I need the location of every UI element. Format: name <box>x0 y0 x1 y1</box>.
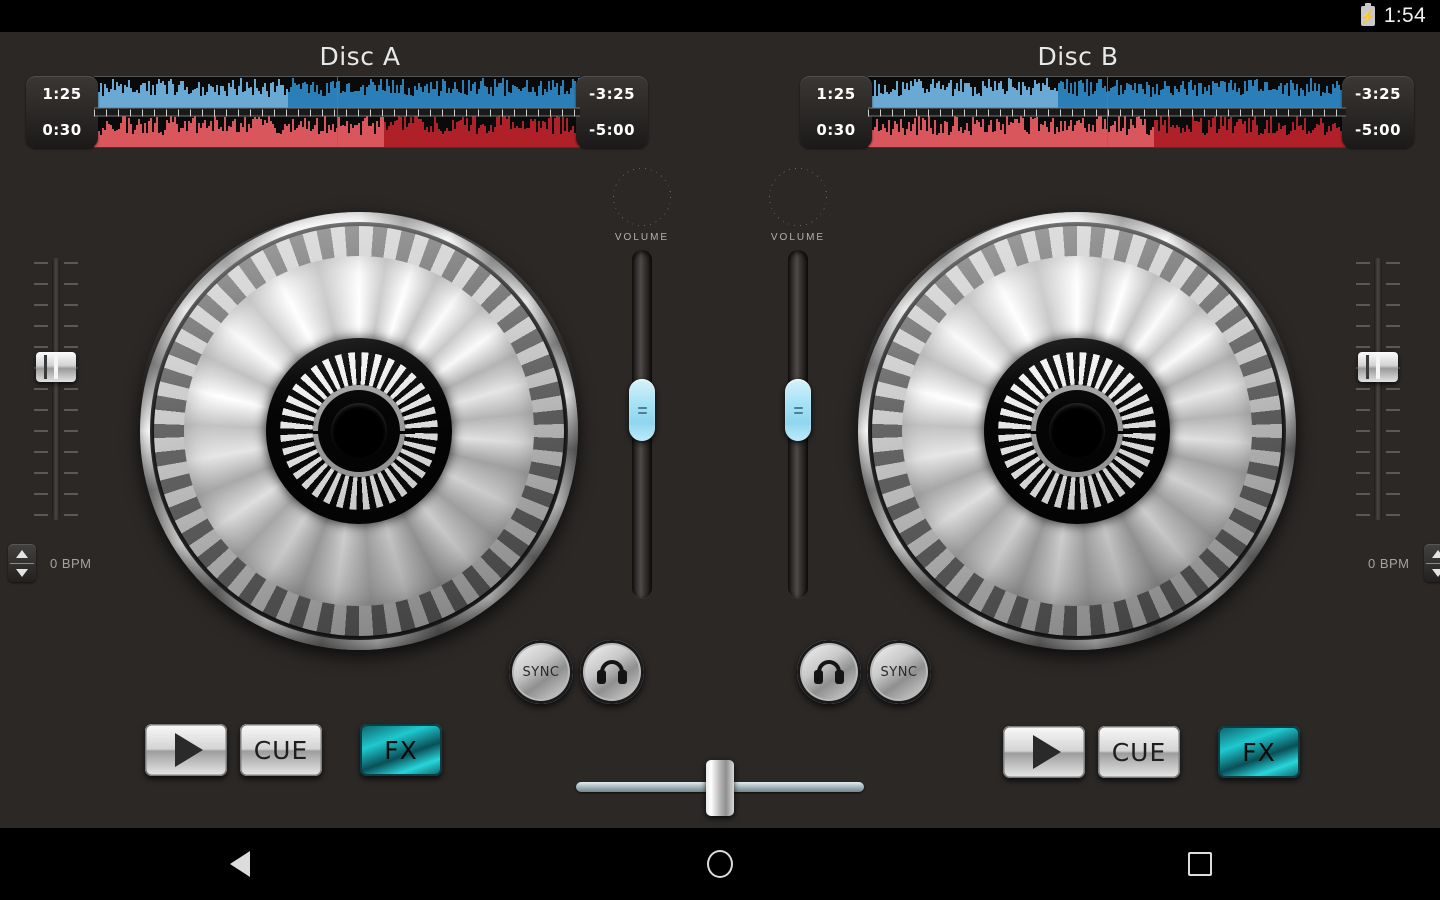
deck-b-sync-label: SYNC <box>880 664 918 680</box>
nav-recents-button[interactable] <box>960 828 1440 900</box>
deck-b-jog-core <box>1049 403 1105 459</box>
deck-b-fx-button[interactable]: FX <box>1218 726 1300 778</box>
deck-a-jog-hub[interactable] <box>266 338 452 524</box>
play-triangle-icon <box>1033 735 1061 769</box>
deck-a-pitch-fader[interactable] <box>26 258 86 520</box>
deck-a-pitch-ticks-left <box>34 258 48 520</box>
deck-a-pitch-ticks-right <box>64 258 78 520</box>
deck-b-waveform[interactable] <box>868 76 1346 148</box>
deck-b-channel-fader-handle[interactable] <box>785 378 811 441</box>
deck-b-cue-time: 0:30 <box>816 121 856 139</box>
home-circle-icon <box>707 850 733 878</box>
crossfader-handle[interactable] <box>706 760 734 816</box>
deck-b-volume-knob[interactable] <box>777 176 819 218</box>
nav-back-button[interactable] <box>0 828 480 900</box>
deck-b-time-left: 1:25 0:30 <box>800 76 872 148</box>
deck-b-pitch-ticks-left <box>1356 258 1370 520</box>
recents-square-icon <box>1188 852 1212 876</box>
deck-a-jog-core <box>331 403 387 459</box>
deck-b-bpm-control: 0 BPM <box>1368 544 1440 582</box>
deck-a-playhead <box>337 77 338 147</box>
deck-a-bpm-stepper[interactable] <box>8 544 36 582</box>
deck-a-cue-time: 0:30 <box>42 121 82 139</box>
deck-b-elapsed: 1:25 <box>816 85 856 103</box>
deck-a-knob-ticks <box>613 168 671 226</box>
deck-a-channel-fader[interactable] <box>629 250 655 598</box>
deck-a-waveform-strip[interactable]: 1:25 0:30 -3:25 -5:00 <box>26 76 648 148</box>
chevron-down-icon[interactable] <box>16 568 28 577</box>
deck-a-cue-label: CUE <box>253 735 309 765</box>
deck-a-cue-button[interactable]: CUE <box>240 724 322 776</box>
deck-a-waveform[interactable] <box>94 76 580 148</box>
deck-a-pitch-track <box>52 258 60 520</box>
back-triangle-icon <box>230 851 250 877</box>
deck-a-sync-label: SYNC <box>522 664 560 680</box>
deck-b-jog-hub[interactable] <box>984 338 1170 524</box>
play-triangle-icon <box>175 733 203 767</box>
deck-b-title: Disc B <box>1037 42 1119 71</box>
deck-a-time-left: 1:25 0:30 <box>26 76 98 148</box>
deck-b-bpm-stepper[interactable] <box>1423 544 1440 582</box>
deck-b-pitch-fader[interactable] <box>1348 258 1408 520</box>
deck-a-remaining: -3:25 <box>588 85 636 103</box>
chevron-up-icon[interactable] <box>16 549 28 558</box>
deck-b-playhead <box>1107 77 1108 147</box>
deck-b-jog-wheel[interactable] <box>858 212 1296 650</box>
deck-b-pitch-track <box>1374 258 1382 520</box>
deck-a-elapsed: 1:25 <box>42 85 82 103</box>
deck-a-channel-fader-handle[interactable] <box>629 378 655 441</box>
deck-a-bpm-label: 0 BPM <box>50 555 92 571</box>
deck-a-play-button[interactable] <box>145 724 227 776</box>
deck-a-monitor-button[interactable] <box>580 640 644 704</box>
deck-b-cue-label: CUE <box>1111 737 1167 767</box>
deck-b-pitch-ticks-right <box>1386 258 1400 520</box>
deck-b-sync-button[interactable]: SYNC <box>867 640 931 704</box>
deck-a-time-right: -3:25 -5:00 <box>576 76 648 148</box>
deck-b-cue-button[interactable]: CUE <box>1098 726 1180 778</box>
deck-a-volume-knob-label: VOLUME <box>614 232 670 243</box>
nav-home-button[interactable] <box>480 828 960 900</box>
crossfader[interactable] <box>576 760 864 816</box>
dj-app-screen: ⚡ 1:54 Disc A Disc B 1:25 0:30 -3:25 -5:… <box>0 0 1440 900</box>
chevron-down-icon[interactable] <box>1431 568 1440 577</box>
deck-a-title: Disc A <box>319 42 401 71</box>
deck-b-pitch-handle[interactable] <box>1358 352 1398 382</box>
deck-b-bpm-label: 0 BPM <box>1368 555 1410 571</box>
bolt-glyph: ⚡ <box>1359 8 1377 24</box>
deck-b-fx-label: FX <box>1242 737 1276 767</box>
headphones-icon <box>814 660 844 684</box>
status-bar-clock: 1:54 <box>1383 4 1426 27</box>
battery-charging-icon: ⚡ <box>1359 3 1377 26</box>
deck-a-jog-wheel[interactable] <box>140 212 578 650</box>
deck-b-channel-fader[interactable] <box>785 250 811 598</box>
deck-b-waveform-strip[interactable]: 1:25 0:30 -3:25 -5:00 <box>800 76 1414 148</box>
deck-b-time-right: -3:25 -5:00 <box>1342 76 1414 148</box>
deck-a-total-remaining: -5:00 <box>588 121 636 139</box>
android-nav-bar <box>0 828 1440 900</box>
deck-b-volume-knob-group: VOLUME <box>763 168 833 243</box>
deck-b-play-button[interactable] <box>1003 726 1085 778</box>
deck-a-fx-label: FX <box>384 735 418 765</box>
deck-b-knob-ticks <box>769 168 827 226</box>
deck-b-remaining: -3:25 <box>1354 85 1402 103</box>
deck-b-total-remaining: -5:00 <box>1354 121 1402 139</box>
deck-a-sync-button[interactable]: SYNC <box>509 640 573 704</box>
deck-a-volume-knob-group: VOLUME <box>607 168 677 243</box>
deck-a-fx-button[interactable]: FX <box>360 724 442 776</box>
deck-a-volume-knob[interactable] <box>621 176 663 218</box>
deck-b-monitor-button[interactable] <box>797 640 861 704</box>
headphones-icon <box>597 660 627 684</box>
status-bar: ⚡ 1:54 <box>0 0 1440 32</box>
deck-b-volume-knob-label: VOLUME <box>770 232 826 243</box>
chevron-up-icon[interactable] <box>1431 549 1440 558</box>
deck-a-pitch-handle[interactable] <box>36 352 76 382</box>
deck-a-bpm-control: 0 BPM <box>8 544 92 582</box>
